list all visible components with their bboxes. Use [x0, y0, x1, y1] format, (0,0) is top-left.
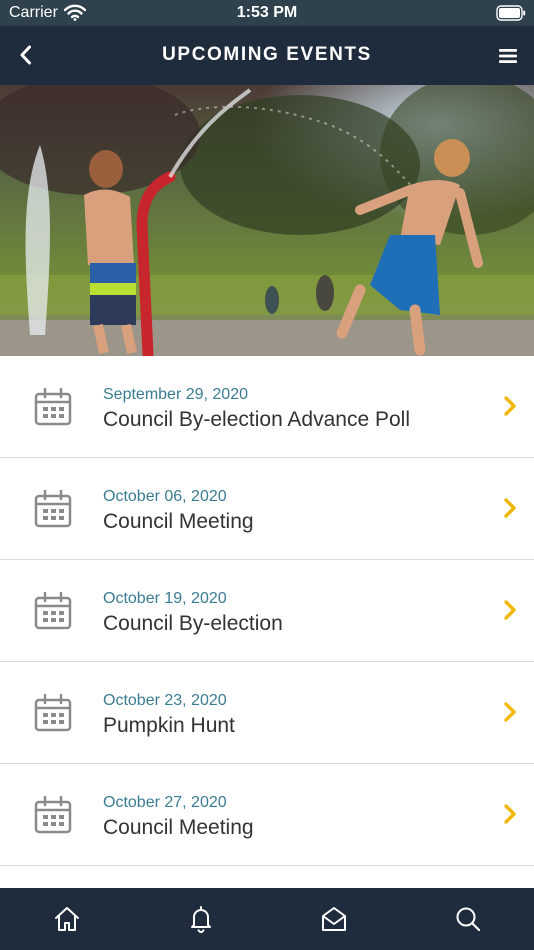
home-icon	[55, 907, 79, 931]
event-title: Council By-election	[103, 612, 283, 635]
list-item[interactable]: October 06, 2020 Council Meeting	[0, 458, 534, 560]
bell-icon	[190, 906, 211, 933]
calendar-icon	[34, 388, 72, 426]
page-title: UPCOMING EVENTS	[162, 44, 372, 65]
status-time: 1:53 PM	[236, 4, 298, 21]
battery-icon	[496, 5, 526, 21]
list-item[interactable]: October 19, 2020 Council By-election	[0, 560, 534, 662]
chevron-right-icon	[504, 600, 516, 620]
events-list: September 29, 2020 Council By-election A…	[0, 356, 534, 866]
calendar-icon	[34, 592, 72, 630]
calendar-icon	[34, 694, 72, 732]
event-date: October 23, 2020	[103, 692, 227, 709]
event-title: Council Meeting	[103, 816, 254, 839]
search-icon	[456, 907, 480, 932]
chevron-right-icon	[504, 498, 516, 518]
tab-search[interactable]	[401, 888, 534, 950]
hamburger-menu-icon[interactable]	[496, 44, 520, 68]
calendar-icon	[34, 796, 72, 834]
event-title: Pumpkin Hunt	[103, 714, 235, 737]
list-item[interactable]: September 29, 2020 Council By-election A…	[0, 356, 534, 458]
event-title: Council Meeting	[103, 510, 254, 533]
mail-open-icon	[322, 907, 346, 931]
tab-home[interactable]	[0, 888, 134, 950]
calendar-icon	[34, 490, 72, 528]
tab-notifications[interactable]	[134, 888, 268, 950]
hero-photo	[0, 85, 534, 356]
event-date: October 19, 2020	[103, 590, 227, 607]
list-item[interactable]: October 23, 2020 Pumpkin Hunt	[0, 662, 534, 764]
tab-messages[interactable]	[267, 888, 401, 950]
hero-image	[0, 85, 534, 356]
chevron-right-icon	[504, 804, 516, 824]
chevron-right-icon	[504, 396, 516, 416]
list-item[interactable]: October 27, 2020 Council Meeting	[0, 764, 534, 866]
chevron-right-icon	[504, 702, 516, 722]
bottom-tab-bar	[0, 888, 534, 950]
event-title: Council By-election Advance Poll	[103, 408, 411, 431]
event-date: October 06, 2020	[103, 488, 227, 505]
event-date: September 29, 2020	[103, 386, 248, 403]
navigation-bar: UPCOMING EVENTS	[0, 26, 534, 85]
event-date: October 27, 2020	[103, 794, 227, 811]
status-bar: Carrier 1:53 PM	[0, 0, 534, 26]
